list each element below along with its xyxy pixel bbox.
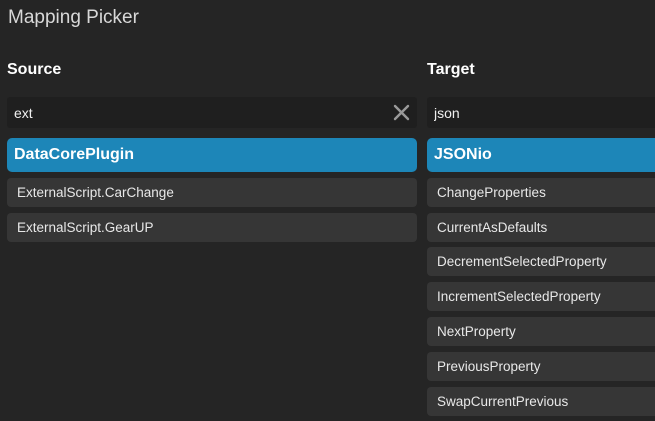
source-list-item[interactable]: ExternalScript.GearUP — [7, 212, 417, 242]
target-list: JSONio ChangeProperties CurrentAsDefault… — [427, 138, 655, 416]
target-heading: Target — [427, 61, 475, 78]
target-list-item[interactable]: DecrementSelectedProperty — [427, 247, 655, 277]
target-list-item[interactable]: SwapCurrentPrevious — [427, 386, 655, 416]
target-list-item[interactable]: ChangeProperties — [427, 177, 655, 207]
target-list-item[interactable]: PreviousProperty — [427, 351, 655, 381]
target-panel: Target JSONio ChangeProperties CurrentAs… — [427, 0, 655, 421]
close-icon[interactable] — [392, 103, 411, 122]
source-list: DataCorePlugin ExternalScript.CarChange … — [7, 138, 417, 242]
target-group-header[interactable]: JSONio — [427, 138, 655, 172]
source-search-box — [7, 97, 417, 128]
target-list-item[interactable]: CurrentAsDefaults — [427, 212, 655, 242]
target-search-input[interactable] — [427, 97, 655, 128]
target-list-item[interactable]: NextProperty — [427, 316, 655, 346]
source-list-item[interactable]: ExternalScript.CarChange — [7, 177, 417, 207]
target-search-box — [427, 97, 655, 128]
source-heading: Source — [7, 61, 62, 78]
source-panel: Source DataCorePlugin ExternalScript.Car… — [7, 0, 417, 421]
source-group-header[interactable]: DataCorePlugin — [7, 138, 417, 172]
source-search-input[interactable] — [7, 97, 417, 128]
target-list-item[interactable]: IncrementSelectedProperty — [427, 282, 655, 312]
